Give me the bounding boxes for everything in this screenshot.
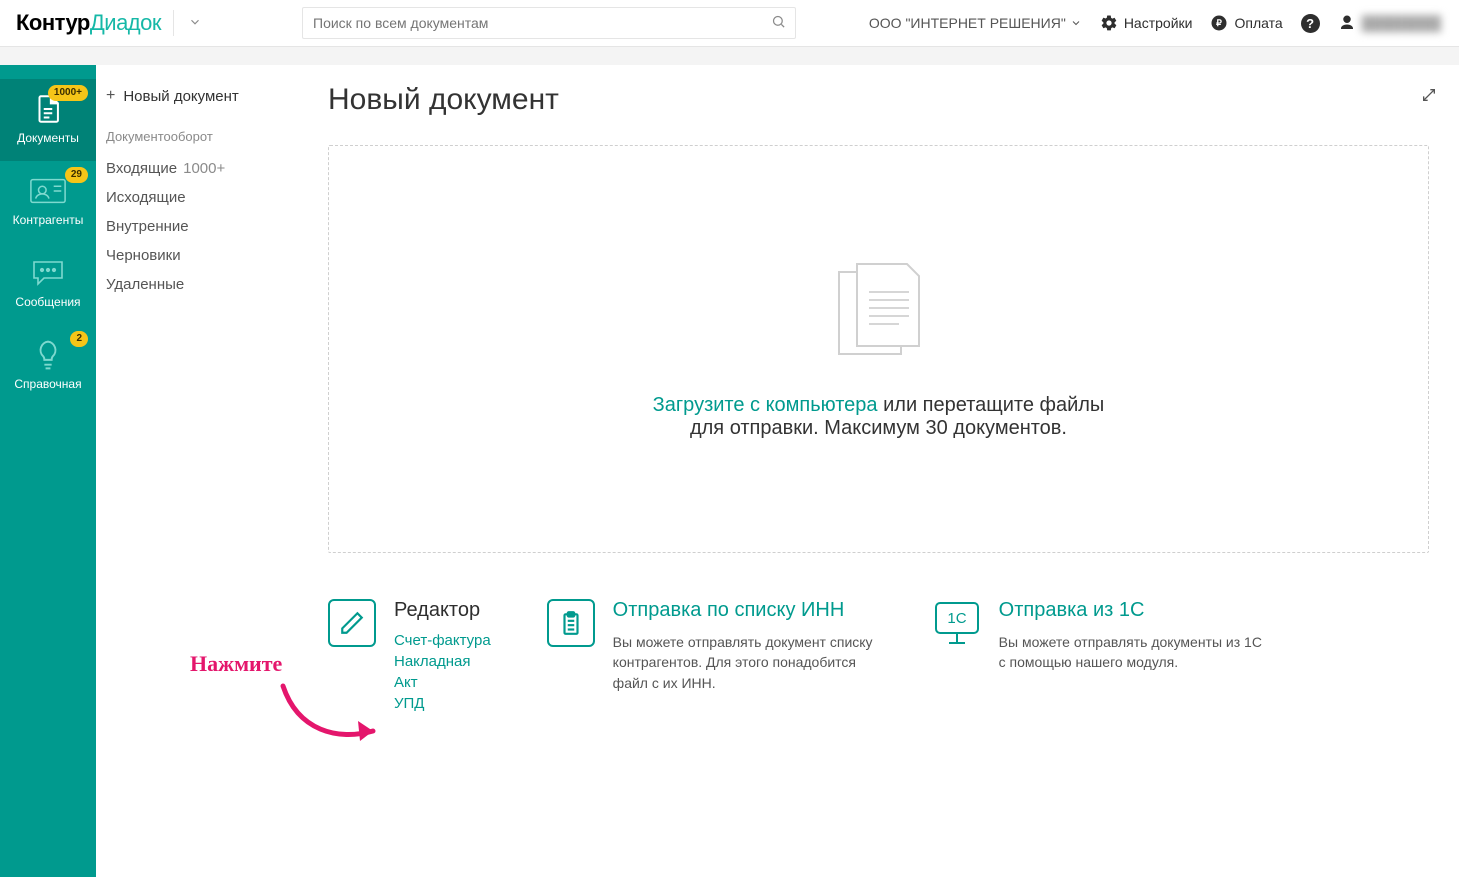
ruble-icon: ₽ [1210, 14, 1228, 32]
editor-link-waybill[interactable]: Накладная [394, 653, 491, 670]
global-search [302, 7, 796, 39]
card-onec-title: Отправка из 1С [999, 599, 1263, 622]
sidebar-item-documents[interactable]: 1000+ Документы [0, 79, 96, 161]
sidebar-item-label: Документы [17, 131, 79, 145]
search-input[interactable] [302, 7, 796, 39]
editor-link-invoice[interactable]: Счет-фактура [394, 632, 491, 649]
settings-link[interactable]: Настройки [1100, 14, 1193, 32]
billing-label: Оплата [1234, 15, 1282, 31]
help-icon: ? [1301, 14, 1320, 33]
logo-part1: Контур [16, 10, 90, 35]
expand-icon[interactable] [1421, 87, 1437, 106]
editor-links: Счет-фактура Накладная Акт УПД [394, 632, 491, 712]
annotation-label: Нажмите [190, 651, 282, 677]
submenu-item-label: Черновики [106, 247, 181, 264]
card-inn-title: Отправка по списку ИНН [613, 599, 877, 622]
badge: 1000+ [48, 85, 88, 101]
main-panel: Новый документ [298, 65, 1459, 877]
submenu-item-inbox[interactable]: Входящие 1000+ [106, 154, 282, 183]
page-title: Новый документ [328, 83, 1429, 117]
editor-link-upd[interactable]: УПД [394, 695, 491, 712]
card-onec-text: Вы можете отправлять документы из 1С с п… [999, 632, 1263, 673]
submenu-item-label: Исходящие [106, 189, 186, 206]
logo[interactable]: КонтурДиадок [16, 10, 161, 36]
clipboard-icon [547, 599, 595, 647]
divider [173, 10, 174, 36]
svg-text:1С: 1С [947, 610, 966, 627]
sidebar-item-counterparties[interactable]: 29 Контрагенты [0, 161, 96, 243]
submenu-section-title: Документооборот [106, 129, 282, 144]
plus-icon: + [106, 87, 115, 105]
dropzone-text: Загрузите с компьютера или перетащите фа… [653, 394, 1105, 440]
gear-icon [1100, 14, 1118, 32]
submenu-item-label: Удаленные [106, 276, 184, 293]
new-document-label: Новый документ [123, 88, 238, 105]
cards-row: Нажмите Редактор Счет-фактура Накладная [328, 599, 1429, 716]
submenu-item-drafts[interactable]: Черновики [106, 241, 282, 270]
chevron-down-icon[interactable] [188, 15, 202, 32]
org-selector[interactable]: ООО "ИНТЕРНЕТ РЕШЕНИЯ" [869, 15, 1082, 31]
submenu-item-outbox[interactable]: Исходящие [106, 183, 282, 212]
card-editor-title: Редактор [394, 599, 491, 622]
contacts-icon [28, 175, 68, 207]
lightbulb-icon [28, 339, 68, 371]
logo-part2: Диадок [90, 10, 161, 35]
card-onec[interactable]: 1С Отправка из 1С Вы можете отправлять д… [933, 599, 1263, 716]
submenu-item-label: Входящие [106, 160, 177, 177]
editor-icon [328, 599, 376, 647]
settings-label: Настройки [1124, 15, 1193, 31]
annotation-arrow-icon [278, 681, 388, 754]
svg-text:₽: ₽ [1217, 18, 1223, 28]
monitor-1c-icon: 1С [933, 599, 981, 647]
help-link[interactable]: ? [1301, 14, 1320, 33]
sidebar-item-label: Контрагенты [13, 213, 84, 227]
badge: 2 [70, 331, 88, 347]
chat-icon [28, 257, 68, 289]
card-inn-text: Вы можете отправлять документ списку кон… [613, 632, 877, 693]
page-body: 1000+ Документы 29 Контрагенты Сообщения… [0, 65, 1459, 877]
new-document-button[interactable]: + Новый документ [106, 87, 282, 105]
submenu-item-internal[interactable]: Внутренние [106, 212, 282, 241]
dropzone-rest1: или перетащите файлы [878, 394, 1105, 416]
documents-illustration-icon [819, 258, 939, 374]
editor-link-act[interactable]: Акт [394, 674, 491, 691]
org-name: ООО "ИНТЕРНЕТ РЕШЕНИЯ" [869, 15, 1066, 31]
user-icon [1338, 14, 1356, 32]
sidebar-item-label: Сообщения [15, 295, 80, 309]
submenu-item-count: 1000+ [183, 160, 225, 177]
upload-dropzone[interactable]: Загрузите с компьютера или перетащите фа… [328, 145, 1429, 553]
submenu-item-label: Внутренние [106, 218, 189, 235]
card-inn[interactable]: Отправка по списку ИНН Вы можете отправл… [547, 599, 877, 716]
badge: 29 [65, 167, 88, 183]
topbar-right: ООО "ИНТЕРНЕТ РЕШЕНИЯ" Настройки ₽ Оплат… [869, 14, 1441, 33]
billing-link[interactable]: ₽ Оплата [1210, 14, 1282, 32]
topbar: КонтурДиадок ООО "ИНТЕРНЕТ РЕШЕНИЯ" Наст… [0, 0, 1459, 47]
sidebar-item-label: Справочная [14, 377, 81, 391]
user-name: ████████ [1362, 15, 1441, 31]
divider-shelf [0, 47, 1459, 65]
upload-link[interactable]: Загрузите с компьютера [653, 394, 878, 416]
dropzone-rest2: для отправки. Максимум 30 документов. [690, 417, 1067, 439]
sidebar: 1000+ Документы 29 Контрагенты Сообщения… [0, 65, 96, 877]
submenu: + Новый документ Документооборот Входящи… [96, 65, 298, 877]
sidebar-item-messages[interactable]: Сообщения [0, 243, 96, 325]
sidebar-item-help[interactable]: 2 Справочная [0, 325, 96, 407]
user-menu[interactable]: ████████ [1338, 14, 1441, 32]
submenu-item-deleted[interactable]: Удаленные [106, 270, 282, 299]
